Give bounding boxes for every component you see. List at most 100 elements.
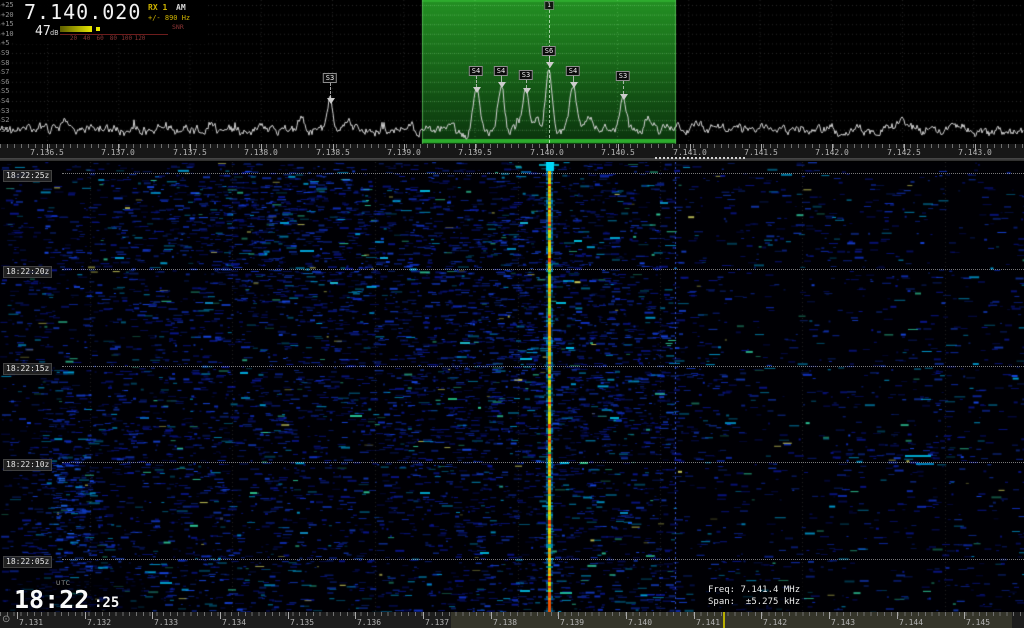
- scale-cursor-line: [723, 612, 725, 628]
- waterfall-canvas[interactable]: [0, 162, 1024, 612]
- band-scale-label: 7.140: [628, 618, 652, 627]
- peak-marker-arrow-icon: [620, 94, 628, 100]
- band-scale-label: 7.136: [357, 618, 381, 627]
- band-scale-label: 7.137: [425, 618, 449, 627]
- band-major-tick: [694, 612, 695, 619]
- clock-hours-minutes: 18:22: [14, 585, 89, 614]
- band-overview-scale[interactable]: ⊙ 7.1317.1327.1337.1347.1357.1367.1377.1…: [0, 612, 1024, 628]
- time-marker-line: [62, 366, 1024, 367]
- freq-scale-label: 7.142.5: [887, 148, 921, 157]
- panel-separator[interactable]: [0, 158, 1024, 161]
- freq-scale-label: 7.143.0: [958, 148, 992, 157]
- meter-tick-label: 20: [70, 35, 77, 42]
- minor-ticks: [0, 144, 1024, 148]
- band-scale-label: 7.134: [222, 618, 246, 627]
- freq-scale-label: 7.140.0: [530, 148, 564, 157]
- db-axis-label: +25: [1, 1, 14, 9]
- freq-scale-label: 7.139.5: [458, 148, 492, 157]
- time-marker-label: 18:22:10z: [3, 459, 52, 471]
- peak-marker-arrow-icon: [523, 88, 531, 94]
- db-axis-label: S1: [1, 126, 9, 134]
- peak-marker-label: S3: [323, 73, 337, 83]
- peak-marker-label: S6: [542, 46, 556, 56]
- band-scale-label: 7.133: [154, 618, 178, 627]
- db-axis-label: S5: [1, 87, 9, 95]
- time-marker-line: [62, 269, 1024, 270]
- time-marker-line: [62, 559, 1024, 560]
- db-axis-label: +20: [1, 11, 14, 19]
- time-marker-label: 18:22:05z: [3, 556, 52, 568]
- freq-scale-label: 7.139.0: [387, 148, 421, 157]
- db-axis-label: +15: [1, 20, 14, 28]
- peak-marker-line: [623, 81, 624, 94]
- peak-marker-line: [330, 83, 331, 98]
- band-scale-label: 7.144: [899, 618, 923, 627]
- frequency-display[interactable]: 7.140.020: [24, 0, 141, 24]
- freq-scale-label: 7.141.5: [744, 148, 778, 157]
- band-major-tick: [491, 612, 492, 619]
- freq-scale-label: 7.136.5: [30, 148, 64, 157]
- band-major-tick: [355, 612, 356, 619]
- db-axis-label: S4: [1, 97, 9, 105]
- sdr-application-window: +25+20+15+10+5S9S8S7S6S5S4S3S2S1 1 S3S4S…: [0, 0, 1024, 628]
- band-scale-label: 7.143: [831, 618, 855, 627]
- waterfall-panel: 18:22:25z18:22:20z18:22:15z18:22:10z18:2…: [0, 162, 1024, 612]
- power-icon[interactable]: ⊙: [2, 614, 10, 625]
- freq-scale-label: 7.142.0: [815, 148, 849, 157]
- meter-tick-label: 60: [96, 35, 103, 42]
- band-major-tick: [220, 612, 221, 619]
- band-scale-label: 7.141: [696, 618, 720, 627]
- selection-dotted-line: [655, 157, 745, 159]
- db-axis-label: S2: [1, 116, 9, 124]
- db-axis-label: +10: [1, 30, 14, 38]
- band-major-tick: [829, 612, 830, 619]
- band-major-tick: [423, 612, 424, 619]
- peak-marker-label: S3: [519, 70, 533, 80]
- peak-marker-arrow-icon: [327, 98, 335, 104]
- time-marker-label: 18:22:15z: [3, 363, 52, 375]
- clock-seconds: :25: [94, 595, 119, 611]
- db-axis-label: S7: [1, 68, 9, 76]
- band-scale-label: 7.142: [763, 618, 787, 627]
- band-major-tick: [626, 612, 627, 619]
- peak-marker-line: [526, 80, 527, 88]
- rx-channel-label: RX 1: [148, 3, 167, 12]
- band-major-tick: [964, 612, 965, 619]
- meter-tick-label: 120: [135, 35, 146, 42]
- cursor-frequency: Freq: 7.141.4 MHz: [708, 584, 800, 596]
- receiver-info-box: 7.140.020 RX 1 AM +/- 890 Hz 47 dB 20406…: [16, 0, 208, 44]
- snr-value: 47: [35, 24, 51, 39]
- cursor-span: Span: ±5.275 kHz: [708, 596, 800, 608]
- meter-tick-label: 100: [121, 35, 132, 42]
- band-scale-label: 7.139: [560, 618, 584, 627]
- band-scale-label: 7.138: [493, 618, 517, 627]
- peak-marker-label: S4: [494, 66, 508, 76]
- utc-clock: UTC 18:22 :25: [8, 580, 144, 612]
- meter-tick-label: 40: [83, 35, 90, 42]
- peak-marker-label: S4: [566, 66, 580, 76]
- peak-marker-arrow-icon: [546, 62, 554, 68]
- peak-marker-arrow-icon: [570, 82, 578, 88]
- db-axis-label: S9: [1, 49, 9, 57]
- time-marker-line: [62, 173, 1024, 174]
- tuned-frequency-line: [549, 10, 550, 143]
- band-scale-label: 7.132: [87, 618, 111, 627]
- band-scale-label: 7.145: [966, 618, 990, 627]
- db-axis-label: S6: [1, 78, 9, 86]
- snr-meter-label: SNR: [172, 23, 184, 31]
- band-major-tick: [558, 612, 559, 619]
- snr-meter-peak-marker: [96, 27, 100, 31]
- meter-tick-label: 80: [110, 35, 117, 42]
- band-major-tick: [152, 612, 153, 619]
- band-scale-label: 7.131: [19, 618, 43, 627]
- freq-scale-label: 7.137.5: [173, 148, 207, 157]
- band-major-tick: [897, 612, 898, 619]
- cursor-info-readout: Freq: 7.141.4 MHz Span: ±5.275 kHz: [704, 582, 804, 610]
- time-marker-line: [62, 462, 1024, 463]
- passband-label: +/- 890 Hz: [148, 14, 190, 22]
- spectrum-frequency-scale[interactable]: 7.136.57.137.07.137.57.138.07.138.57.139…: [0, 144, 1024, 158]
- tuned-frequency-marker: 1: [544, 1, 554, 10]
- peak-marker-arrow-icon: [498, 82, 506, 88]
- peak-marker-label: S4: [469, 66, 483, 76]
- mode-label[interactable]: AM: [176, 3, 186, 12]
